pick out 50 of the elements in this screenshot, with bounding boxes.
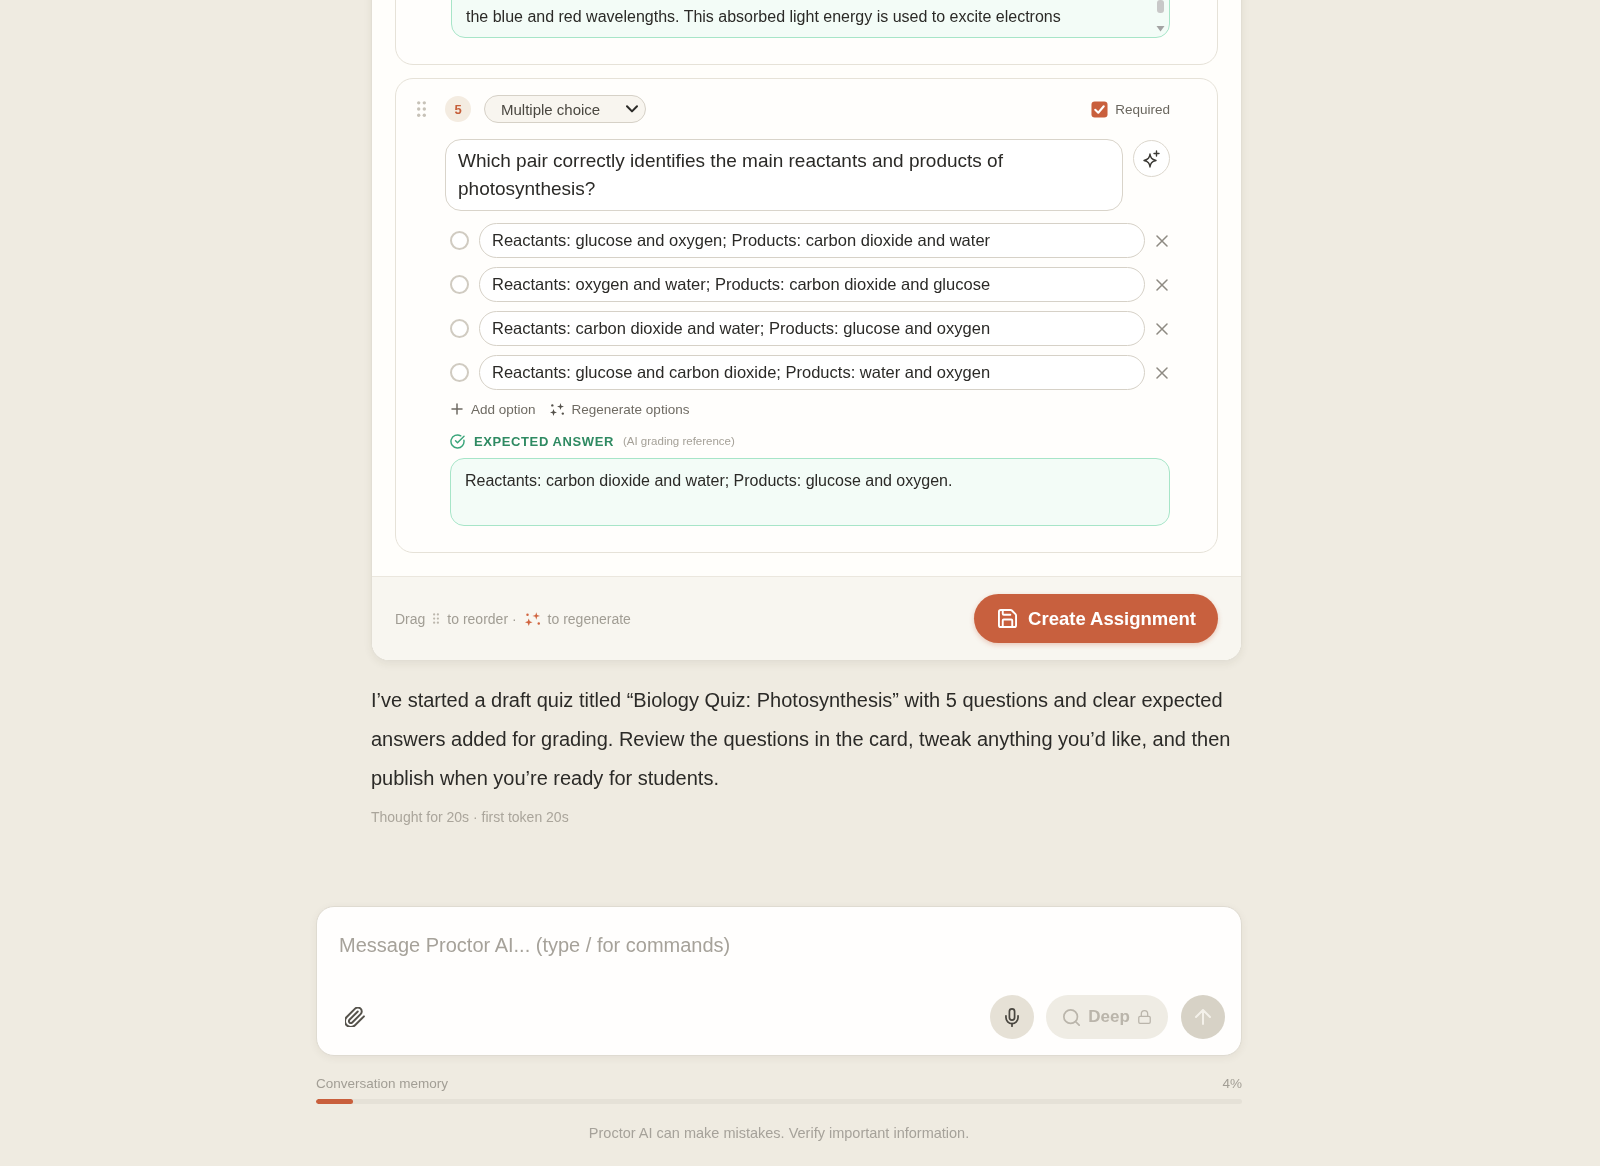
scrollbar[interactable]	[1156, 0, 1165, 34]
create-assignment-button[interactable]: Create Assignment	[974, 594, 1218, 643]
plus-icon	[451, 403, 463, 415]
paperclip-icon[interactable]	[345, 1007, 365, 1027]
expected-answer-field[interactable]: the blue and red wavelengths. This absorbed light energy is used to excite electrons	[451, 0, 1170, 38]
mic-icon	[1005, 1007, 1019, 1027]
lock-icon	[1137, 1010, 1151, 1024]
memory-reading: 4%	[1222, 1076, 1242, 1092]
expected-answer-field[interactable]: Reactants: carbon dioxide and water; Products: glucose and oxygen.	[450, 458, 1170, 526]
ai-assist-button[interactable]	[1133, 140, 1170, 177]
add-option-button[interactable]: Add option	[451, 401, 536, 417]
grip-icon	[433, 613, 440, 624]
expected-answer-label: EXPECTED ANSWER	[474, 433, 614, 449]
arrow-up-icon	[1195, 1009, 1211, 1025]
option-field[interactable]: Reactants: glucose and carbon dioxide; Products: water and oxygen	[479, 355, 1145, 390]
question-number: 5	[445, 96, 471, 122]
assistant-message: I’ve started a draft quiz titled “Biology Quiz: Photosynthesis” with 5 questions and clear expected answers added for grading. Review the questions in the card, tweak anything you’d like, and then publish when you’re ready for students.	[371, 688, 1232, 791]
option-field[interactable]: Reactants: oxygen and water; Products: carbon dioxide and glucose	[479, 267, 1145, 302]
sparkles-icon	[524, 611, 540, 626]
required-label: Required	[1115, 101, 1170, 117]
regenerate-options-button[interactable]: Regenerate options	[549, 401, 690, 417]
check-circle-icon	[450, 433, 465, 449]
option-radio[interactable]	[450, 363, 469, 382]
memory-label: Conversation memory	[316, 1076, 449, 1092]
expected-answer-note: (AI grading reference)	[623, 435, 735, 447]
required-checkbox[interactable]	[1091, 100, 1109, 118]
save-icon	[998, 609, 1018, 628]
question-field[interactable]: Which pair correctly identifies the main reactants and products of photosynthesis?	[445, 139, 1123, 211]
message-input[interactable]: Message Proctor AI... (type / for commands)	[339, 927, 939, 963]
hint-text: to regenerate	[547, 610, 631, 627]
response-meta: Thought for 20s · first token 20s	[371, 808, 569, 827]
question-type-dropdown[interactable]: Multiple choice	[484, 95, 646, 123]
chevron-down-icon	[626, 105, 638, 113]
option-field[interactable]: Reactants: carbon dioxide and water; Products: glucose and oxygen	[479, 311, 1145, 346]
option-radio[interactable]	[450, 275, 469, 294]
search-icon	[1063, 1008, 1081, 1026]
sparkles-icon	[549, 402, 564, 416]
grip-icon[interactable]	[416, 101, 426, 117]
option-field[interactable]: Reactants: glucose and oxygen; Products: carbon dioxide and water	[479, 223, 1145, 258]
option-radio[interactable]	[450, 231, 469, 250]
hint-text: to reorder ·	[447, 610, 517, 627]
mic-button[interactable]	[990, 995, 1034, 1039]
hint-text: Drag	[395, 610, 426, 627]
disclaimer: Proctor AI can make mistakes. Verify important information.	[588, 1125, 970, 1141]
close-icon[interactable]	[1156, 322, 1168, 335]
close-icon[interactable]	[1156, 278, 1168, 291]
close-icon[interactable]	[1156, 366, 1168, 379]
option-radio[interactable]	[450, 319, 469, 338]
sparkle-icon	[1143, 149, 1160, 168]
close-icon[interactable]	[1156, 234, 1168, 247]
